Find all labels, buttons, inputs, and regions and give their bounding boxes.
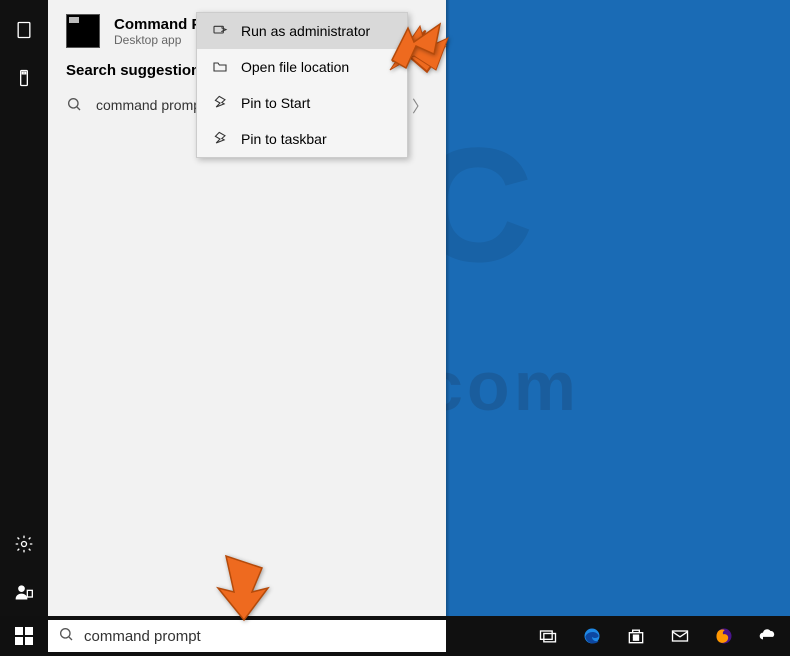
- firefox-icon[interactable]: [702, 616, 746, 656]
- account-icon[interactable]: [0, 568, 48, 616]
- rail-tablet-icon[interactable]: [0, 6, 48, 54]
- taskbar-search-box[interactable]: [48, 620, 446, 652]
- panel-shadow: [446, 0, 450, 616]
- menu-label: Pin to taskbar: [241, 131, 327, 147]
- menu-run-as-admin[interactable]: Run as administrator: [197, 13, 407, 49]
- suggestion-label: command prompt: [96, 97, 205, 113]
- menu-pin-to-taskbar[interactable]: Pin to taskbar: [197, 121, 407, 157]
- chevron-right-icon[interactable]: 〉: [412, 93, 428, 117]
- onedrive-icon[interactable]: [746, 616, 790, 656]
- search-icon: [58, 626, 74, 647]
- task-view-icon[interactable]: [526, 616, 570, 656]
- folder-icon: [211, 59, 229, 75]
- settings-icon[interactable]: [0, 520, 48, 568]
- admin-icon: [211, 23, 229, 39]
- pin-icon: [211, 95, 229, 111]
- edge-icon[interactable]: [570, 616, 614, 656]
- rail-device-icon[interactable]: [0, 54, 48, 102]
- start-button[interactable]: [0, 616, 48, 656]
- context-menu: Run as administrator Open file location …: [196, 12, 408, 158]
- search-icon: [66, 96, 82, 115]
- taskbar-tray: [526, 616, 790, 656]
- taskbar: [0, 616, 790, 656]
- menu-open-file-location[interactable]: Open file location: [197, 49, 407, 85]
- menu-label: Pin to Start: [241, 95, 310, 111]
- menu-label: Open file location: [241, 59, 349, 75]
- start-rail: [0, 0, 48, 616]
- menu-pin-to-start[interactable]: Pin to Start: [197, 85, 407, 121]
- pin-icon: [211, 131, 229, 147]
- store-icon[interactable]: [614, 616, 658, 656]
- search-input[interactable]: [84, 628, 436, 645]
- mail-icon[interactable]: [658, 616, 702, 656]
- menu-label: Run as administrator: [241, 23, 370, 39]
- command-prompt-icon: [66, 14, 100, 48]
